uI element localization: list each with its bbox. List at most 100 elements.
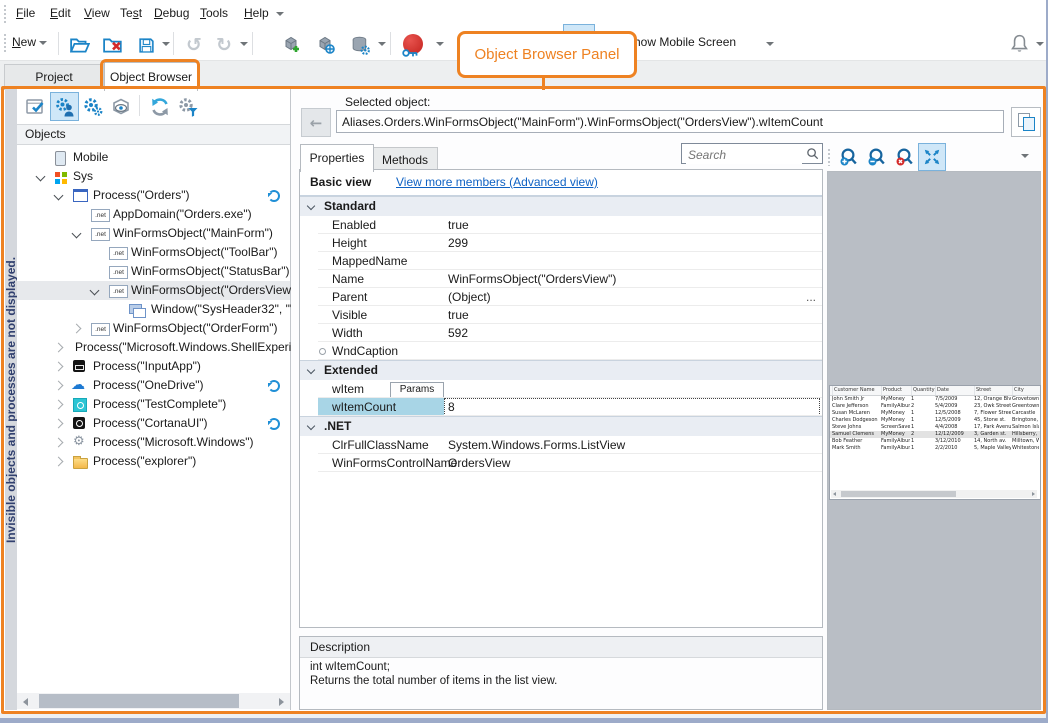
tree-item-process-cortanaui[interactable]: Process("CortanaUI") [17,414,290,433]
object-browser-mode-button[interactable] [50,92,79,121]
tree-item-sysheader[interactable]: Window("SysHeader32", "", 1) [17,300,290,319]
params-button[interactable]: Params [390,382,444,398]
tree-horizontal-scrollbar[interactable] [17,693,290,709]
property-row-witem[interactable]: wItemParams [300,380,822,398]
value-focus-outline[interactable] [444,398,820,416]
menu-help[interactable]: Help [240,0,273,27]
tree-item-mobile[interactable]: Mobile [17,148,290,167]
tree-item-sys[interactable]: Sys [17,167,290,186]
highlight-object-button[interactable] [106,92,135,121]
group-standard[interactable]: Standard [300,196,822,216]
new-caret[interactable] [39,41,47,45]
preview-toolbar-grip[interactable] [827,148,831,166]
collapse-chevron-icon[interactable] [54,362,64,372]
expand-chevron-icon[interactable] [36,172,46,182]
scroll-left-arrow[interactable] [23,698,28,706]
tree-item-process-testcomplete[interactable]: Process("TestComplete") [17,395,290,414]
data-generator-button[interactable] [344,30,376,60]
selected-object-input[interactable] [336,110,1004,133]
menu-overflow-caret[interactable] [276,12,284,16]
show-mobile-screen-label[interactable]: Show Mobile Screen [626,35,736,49]
collapse-chevron-icon[interactable] [54,457,64,467]
property-row-height[interactable]: Height299 [300,234,822,252]
property-row-witemcount[interactable]: wItemCount8 [300,398,822,416]
collapse-chevron-icon[interactable] [72,324,82,334]
tree-item-process-microsoft-windows[interactable]: ⚙ Process("Microsoft.Windows") [17,433,290,452]
new-button[interactable]: New [12,35,47,49]
group-collapse-icon[interactable] [307,202,315,210]
preview-toolbar-caret[interactable] [1021,154,1029,158]
record-caret[interactable] [436,42,444,46]
menu-tools[interactable]: Tools [196,0,232,27]
tree-item-process-onedrive[interactable]: ☁ Process("OneDrive") [17,376,290,395]
property-row-width[interactable]: Width592 [300,324,822,342]
collapse-chevron-icon[interactable] [54,419,64,429]
back-button[interactable]: ← [301,108,331,137]
notifications-caret[interactable] [1036,42,1044,46]
collapse-chevron-icon[interactable] [54,400,64,410]
tab-properties[interactable]: Properties [300,144,374,172]
group-extended[interactable]: Extended [300,360,822,380]
property-row-wndcaption[interactable]: WndCaption [300,342,822,360]
menu-edit[interactable]: Edit [46,0,75,27]
save-caret[interactable] [162,42,170,46]
tree-item-orderform[interactable]: .net WinFormsObject("OrderForm") [17,319,290,338]
advanced-view-link[interactable]: View more members (Advanced view) [396,170,598,195]
group-dotnet[interactable]: .NET [300,416,822,436]
tab-object-browser[interactable]: Object Browser [104,62,198,91]
tree-item-process-inputapp[interactable]: Process("InputApp") [17,357,290,376]
filter-button[interactable] [173,92,202,121]
object-properties-button[interactable] [78,92,107,121]
menu-debug[interactable]: Debug [150,0,193,27]
open-project-button[interactable] [64,30,96,60]
group-collapse-icon[interactable] [307,366,315,374]
tree-item-toolbar[interactable]: .net WinFormsObject("ToolBar") [17,243,290,262]
view-name-mapping-button[interactable] [21,92,50,121]
record-test-button[interactable] [396,29,430,61]
notifications-button[interactable] [1004,27,1034,59]
property-row-winformscontrolname[interactable]: WinFormsControlNameOrdersView [300,454,822,472]
tree-item-process-explorer[interactable]: Process("explorer") [17,452,290,471]
show-mobile-caret[interactable] [766,42,774,46]
tree-item-appdomain-orders[interactable]: .net AppDomain("Orders.exe") [17,205,290,224]
expand-chevron-icon[interactable] [90,286,100,296]
property-row-parent[interactable]: Parent(Object)... [300,288,822,306]
property-row-name[interactable]: NameWinFormsObject("OrdersView") [300,270,822,288]
menu-file[interactable]: File [12,0,39,27]
menubar-grip[interactable] [3,4,7,23]
data-generator-caret[interactable] [378,42,386,46]
scroll-right-arrow[interactable] [279,698,284,706]
parent-more-button[interactable]: ... [806,288,816,306]
zoom-out-button[interactable] [863,143,891,171]
search-input[interactable] [686,145,802,164]
tree-item-process-shellexperience[interactable]: Process("Microsoft.Windows.ShellExperien… [17,338,290,357]
property-row-enabled[interactable]: Enabledtrue [300,216,822,234]
collapse-chevron-icon[interactable] [54,343,64,353]
close-project-button[interactable] [97,30,129,60]
redo-button[interactable]: ↻ [209,30,239,60]
collapse-chevron-icon[interactable] [54,438,64,448]
add-object-button[interactable] [276,30,308,60]
property-row-mappedname[interactable]: MappedName [300,252,822,270]
tree-item-ordersview[interactable]: .net WinFormsObject("OrdersView") [17,281,290,300]
property-row-clrfullclassname[interactable]: ClrFullClassNameSystem.Windows.Forms.Lis… [300,436,822,454]
tab-project-workspace[interactable]: Project Workspace [4,64,104,90]
property-row-visible[interactable]: Visibletrue [300,306,822,324]
tree-item-mainform[interactable]: .net WinFormsObject("MainForm") [17,224,290,243]
scrollbar-thumb[interactable] [39,694,239,708]
tree-item-process-orders[interactable]: Process("Orders") [17,186,290,205]
fit-to-window-button[interactable] [918,143,946,171]
zoom-in-button[interactable] [835,143,863,171]
expand-chevron-icon[interactable] [54,191,64,201]
refresh-button[interactable] [145,92,174,121]
save-button[interactable] [131,30,161,60]
collapse-chevron-icon[interactable] [54,381,64,391]
undo-button[interactable]: ↺ [179,30,209,60]
expand-chevron-icon[interactable] [72,229,82,239]
zoom-reset-button[interactable] [891,143,919,171]
tree-item-statusbar[interactable]: .net WinFormsObject("StatusBar") [17,262,290,281]
menu-test[interactable]: Test [116,0,146,27]
copy-object-name-button[interactable] [1011,107,1041,137]
menu-view[interactable]: View [80,0,114,27]
object-spy-button[interactable] [310,30,342,60]
